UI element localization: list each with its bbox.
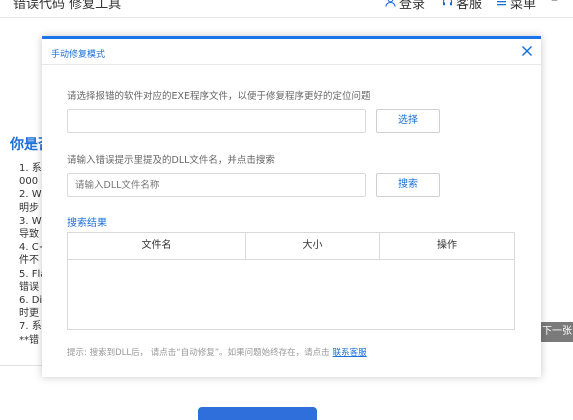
menu-icon: [496, 0, 507, 10]
table-header: 文件名 大小 操作: [68, 233, 514, 260]
contact-support-link[interactable]: 联系客服: [333, 348, 367, 358]
results-title: 搜索结果: [67, 218, 107, 229]
select-button[interactable]: 选择: [376, 109, 440, 133]
headset-icon: [442, 0, 453, 10]
column-header-size: 大小: [246, 233, 380, 259]
results-table: 文件名 大小 操作: [67, 232, 515, 330]
column-header-filename: 文件名: [68, 233, 246, 259]
nav-login[interactable]: 登录: [385, 0, 425, 12]
user-icon: [385, 0, 396, 10]
manual-repair-dialog: 手动修复模式 请选择报错的软件对应的EXE程序文件，以便于修复程序更好的定位问题…: [42, 36, 541, 377]
exe-prompt: 请选择报错的软件对应的EXE程序文件，以便于修复程序更好的定位问题: [67, 91, 371, 102]
dialog-title: 手动修复模式: [51, 50, 106, 60]
exe-file-field[interactable]: [67, 109, 366, 133]
nav-service-label: 客服: [456, 0, 483, 12]
column-header-action: 操作: [437, 240, 457, 251]
tip-line: 提示: 搜索到DLL后， 请点击“自动修复”。如果问题始终存在，请点击 联系客服: [67, 346, 367, 358]
nav-service[interactable]: 客服: [442, 0, 482, 12]
nav-login-label: 登录: [399, 0, 426, 12]
bg-primary-button[interactable]: [198, 407, 317, 420]
close-icon[interactable]: [520, 43, 534, 57]
dll-search-input[interactable]: [67, 173, 366, 197]
search-button[interactable]: 搜索: [376, 173, 440, 197]
app-header: 错误代码 修复工具 登录 客服 菜单 –: [0, 0, 573, 18]
minimize-icon[interactable]: –: [551, 0, 558, 8]
nav-menu[interactable]: 菜单: [496, 0, 536, 12]
tip-text: 提示: 搜索到DLL后， 请点击“自动修复”。如果问题始终存在，请点击: [67, 348, 330, 358]
bg-divider: [0, 365, 42, 366]
dll-prompt: 请输入错误提示里提及的DLL文件名，并点击搜索: [67, 155, 275, 166]
nav-menu-label: 菜单: [510, 0, 537, 12]
app-title: 错误代码 修复工具: [13, 0, 122, 12]
dialog-divider: [42, 64, 541, 65]
next-slide-button[interactable]: 下一张: [540, 322, 573, 342]
